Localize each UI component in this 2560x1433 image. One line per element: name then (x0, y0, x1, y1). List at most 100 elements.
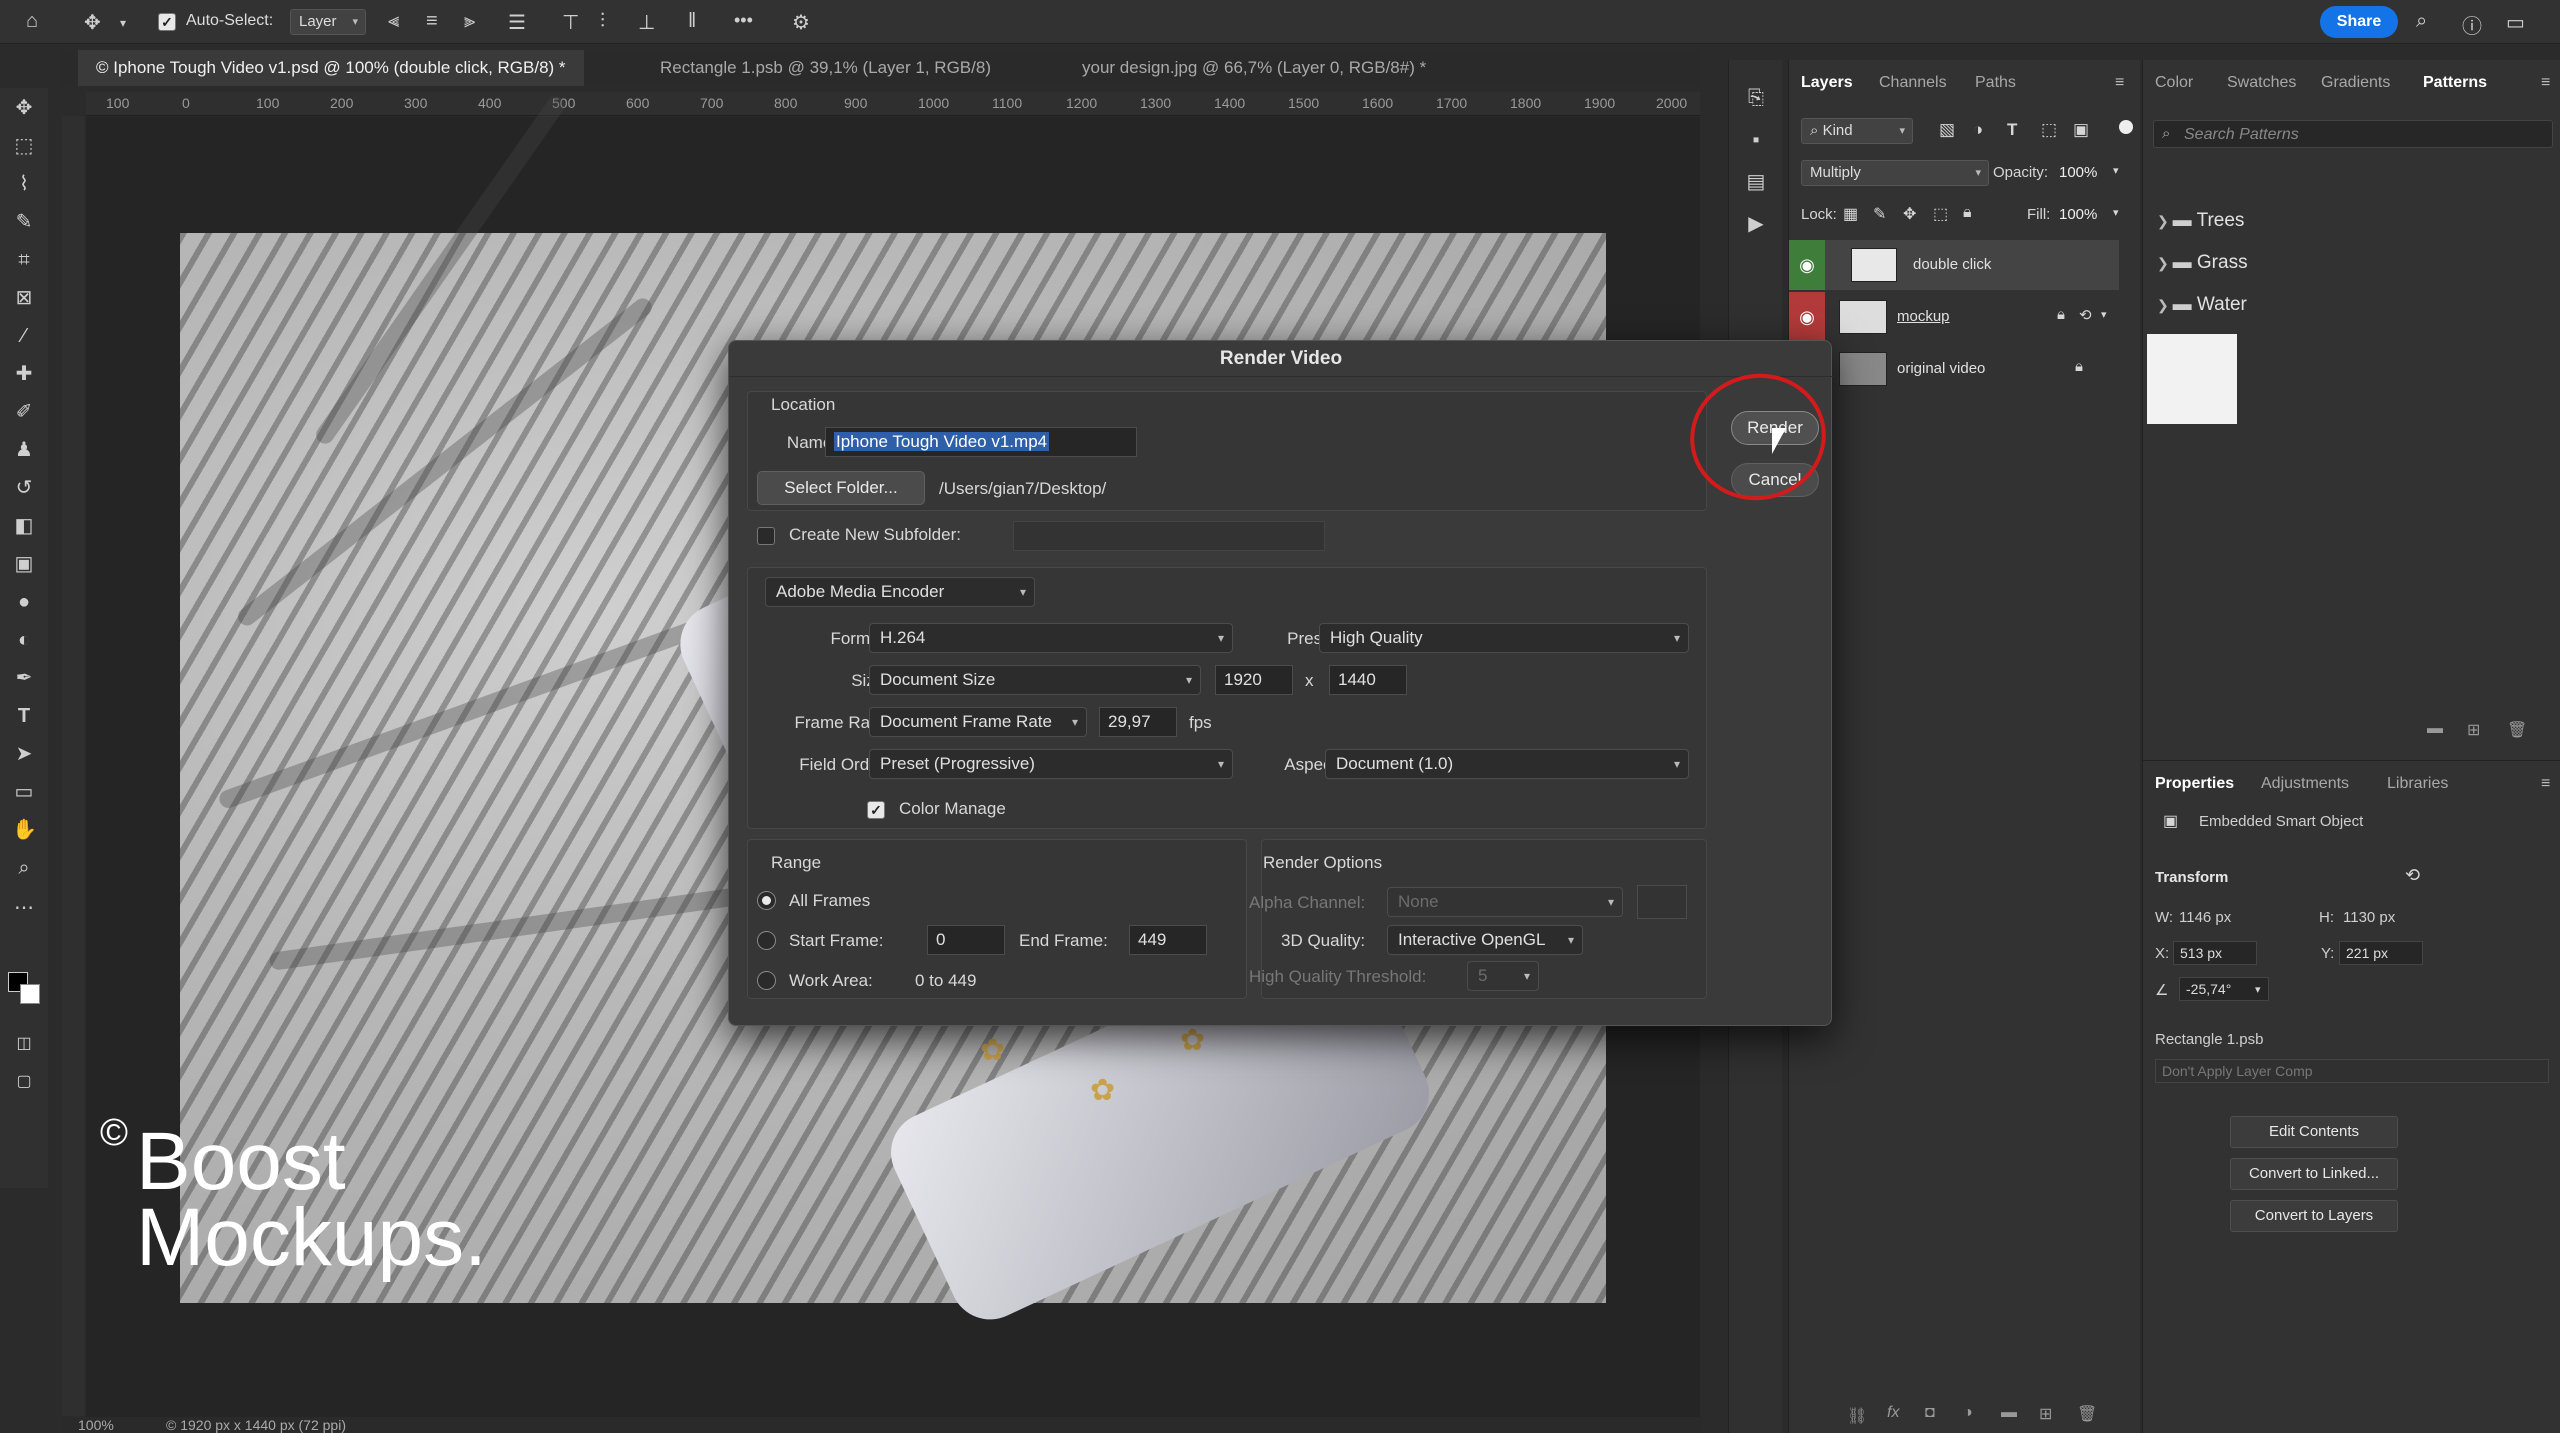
distribute-icon[interactable]: ☰ (508, 10, 526, 35)
trash-icon[interactable]: 🗑︎ (2077, 1404, 2097, 1424)
tab-patterns[interactable]: Patterns (2423, 74, 2487, 92)
name-input[interactable]: Iphone Tough Video v1.mp4 (825, 427, 1137, 457)
gear-icon[interactable]: ⚙ (792, 10, 810, 35)
layer-row-double-click[interactable]: ◉ double click (1789, 240, 2119, 290)
panel-menu-icon[interactable]: ≡ (2115, 74, 2124, 92)
lock-artboard-icon[interactable]: ⬚ (1933, 204, 1948, 224)
frame-icon[interactable]: ⊠ (12, 286, 36, 310)
move-icon[interactable]: ✥ (12, 96, 36, 120)
background-color-swatch[interactable] (20, 984, 40, 1004)
filter-adjustment-icon[interactable]: ◑ (1973, 120, 1983, 140)
fps-input[interactable]: 29,97 (1099, 707, 1177, 737)
type-icon[interactable]: T (12, 704, 36, 728)
layer-row-mockup[interactable]: ◉ mockup 🔒︎ ⟲ ▾ (1789, 292, 2119, 342)
pattern-folder-trees[interactable]: ❯ ▬ Trees (2157, 210, 2244, 232)
fx-icon[interactable]: fx (1887, 1404, 1899, 1422)
width-value[interactable]: 1146 px (2179, 909, 2231, 926)
layer-name[interactable]: mockup (1897, 308, 1950, 325)
zoom-level[interactable]: 100% (78, 1417, 114, 1433)
lock-position-icon[interactable]: ✥ (1903, 204, 1916, 224)
convert-to-linked-button[interactable]: Convert to Linked... (2230, 1158, 2398, 1190)
encoder-dropdown[interactable]: Adobe Media Encoder ▾ (765, 577, 1035, 607)
filter-shape-icon[interactable]: ⬚ (2041, 120, 2057, 140)
distribute-vertical-icon[interactable]: ‖ (688, 10, 696, 33)
create-subfolder-checkbox[interactable] (757, 527, 775, 545)
filter-smart-object-icon[interactable]: ▣ (2073, 120, 2089, 140)
fill-value[interactable]: 100% (2059, 206, 2097, 223)
align-right-icon[interactable]: ⫸ (464, 10, 475, 33)
chevron-down-icon[interactable]: ▾ (2101, 308, 2107, 321)
zoom-icon[interactable]: ⌕ (12, 856, 36, 880)
lasso-icon[interactable]: ⌇ (12, 172, 36, 196)
tab-your-design[interactable]: your design.jpg @ 66,7% (Layer 0, RGB/8#… (1064, 50, 1444, 86)
end-frame-input[interactable]: 449 (1129, 925, 1207, 955)
pattern-folder-water[interactable]: ❯ ▬ Water (2157, 294, 2247, 316)
field-order-dropdown[interactable]: Preset (Progressive) ▾ (869, 749, 1233, 779)
frame-rate-dropdown[interactable]: Document Frame Rate ▾ (869, 707, 1087, 737)
color-manage-checkbox[interactable]: ✓ (867, 801, 885, 819)
filter-type-icon[interactable]: T (2007, 120, 2017, 140)
quick-select-icon[interactable]: ✎ (12, 210, 36, 234)
panel-menu-icon[interactable]: ≡ (2541, 74, 2550, 92)
auto-select-checkbox[interactable]: ✓ (158, 13, 176, 31)
blur-icon[interactable]: ● (12, 590, 36, 614)
tab-rectangle-psb[interactable]: Rectangle 1.psb @ 39,1% (Layer 1, RGB/8) (642, 50, 1009, 86)
eye-icon[interactable]: ◉ (1789, 292, 1825, 342)
lock-all-icon[interactable]: 🔒︎ (1963, 204, 1972, 222)
start-frame-input[interactable]: 0 (927, 925, 1005, 955)
layer-name[interactable]: double click (1913, 256, 1991, 273)
share-button[interactable]: Share (2320, 6, 2398, 38)
group-icon[interactable]: ▬ (2001, 1404, 2017, 1422)
tab-gradients[interactable]: Gradients (2321, 74, 2390, 92)
tab-properties[interactable]: Properties (2155, 775, 2234, 793)
tab-swatches[interactable]: Swatches (2227, 74, 2296, 92)
width-input[interactable]: 1920 (1215, 665, 1293, 695)
chevron-down-icon[interactable]: ▾ (2255, 983, 2261, 996)
search-icon[interactable]: ⌕ (2416, 10, 2427, 33)
clone-stamp-icon[interactable]: ♟ (12, 438, 36, 462)
tab-layers[interactable]: Layers (1801, 74, 1853, 92)
opacity-value[interactable]: 100% (2059, 164, 2097, 181)
format-dropdown[interactable]: H.264 ▾ (869, 623, 1233, 653)
play-icon[interactable]: ▶ (1744, 212, 1768, 236)
eraser-icon[interactable]: ◧ (12, 514, 36, 538)
workspace-icon[interactable]: ▭ (2506, 10, 2525, 35)
history-brush-icon[interactable]: ↺ (12, 476, 36, 500)
tab-iphone-tough-video[interactable]: © Iphone Tough Video v1.psd @ 100% (doub… (78, 50, 584, 86)
dodge-icon[interactable]: ◐ (12, 628, 36, 652)
actions-icon[interactable]: ▪ (1744, 128, 1768, 152)
chevron-down-icon[interactable]: ▾ (2113, 164, 2119, 177)
align-top-icon[interactable]: ⊤ (562, 10, 579, 35)
crop-icon[interactable]: ⌗ (12, 248, 36, 272)
screen-mode-icon[interactable]: ▢ (12, 1070, 36, 1094)
healing-brush-icon[interactable]: ✚ (12, 362, 36, 386)
panel-menu-icon[interactable]: ≡ (2541, 775, 2550, 793)
convert-to-layers-button[interactable]: Convert to Layers (2230, 1200, 2398, 1232)
comments-icon[interactable]: ▤ (1744, 170, 1768, 194)
rectangle-icon[interactable]: ▭ (12, 780, 36, 804)
layer-row-original-video[interactable]: original video 🔒︎ (1789, 344, 2119, 394)
height-input[interactable]: 1440 (1329, 665, 1407, 695)
quick-mask-icon[interactable]: ◫ (12, 1032, 36, 1056)
edit-contents-button[interactable]: Edit Contents (2230, 1116, 2398, 1148)
eye-icon[interactable]: ◉ (1789, 240, 1825, 290)
gradient-icon[interactable]: ▣ (12, 552, 36, 576)
document-info[interactable]: © 1920 px x 1440 px (72 ppi) (166, 1417, 346, 1433)
lock-pixels-icon[interactable]: ✎ (1873, 204, 1886, 224)
more-options-button[interactable]: ••• (734, 10, 753, 31)
adjustment-layer-icon[interactable]: ◑ (1963, 1404, 1973, 1422)
new-group-icon[interactable]: ▬ (2427, 720, 2443, 738)
tab-paths[interactable]: Paths (1975, 74, 2016, 92)
lock-transparent-icon[interactable]: ▦ (1843, 204, 1858, 224)
pattern-swatch[interactable] (2147, 334, 2237, 424)
y-position-input[interactable]: 221 px (2339, 941, 2423, 965)
marquee-icon[interactable]: ⬚ (12, 134, 36, 158)
layer-name[interactable]: original video (1897, 360, 1985, 377)
aspect-dropdown[interactable]: Document (1.0) ▾ (1325, 749, 1689, 779)
brush-icon[interactable]: ✐ (12, 400, 36, 424)
eyedropper-icon[interactable]: ⁄ (12, 324, 36, 348)
align-bottom-icon[interactable]: ⊥ (638, 10, 655, 35)
home-icon[interactable]: ⌂ (26, 10, 38, 33)
reset-transform-icon[interactable]: ⟲ (2405, 865, 2420, 886)
path-select-icon[interactable]: ➤ (12, 742, 36, 766)
